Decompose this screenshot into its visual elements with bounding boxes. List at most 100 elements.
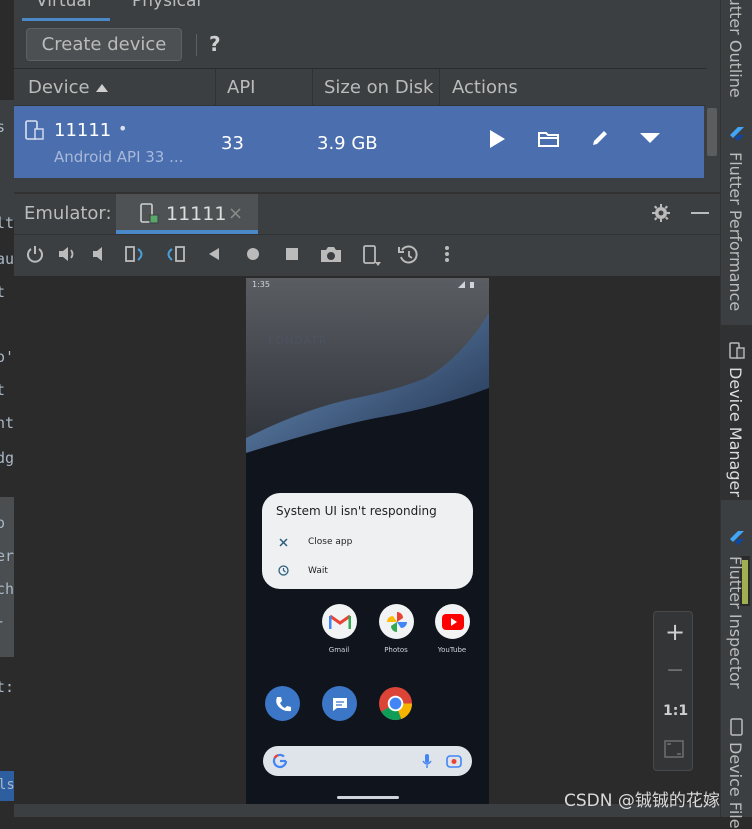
code-fragment: t: bbox=[0, 678, 14, 696]
table-row[interactable]: 11111 • Android API 33 ... 33 3.9 GB bbox=[14, 106, 704, 178]
gesture-nav-pill[interactable] bbox=[337, 796, 399, 799]
chat-bubble-icon bbox=[332, 697, 347, 711]
gmail-icon[interactable] bbox=[322, 604, 357, 639]
edit-pencil-icon[interactable] bbox=[590, 128, 610, 148]
toolbar-divider bbox=[196, 34, 197, 56]
watermark-text: CSDN @铖铖的花嫁 bbox=[564, 791, 720, 811]
code-fragment: er bbox=[0, 547, 14, 565]
device-manager-icon bbox=[729, 342, 745, 359]
app-label-gmail: Gmail bbox=[328, 646, 350, 654]
device-file-icon bbox=[730, 718, 743, 736]
photos-icon[interactable] bbox=[379, 604, 414, 639]
code-fragment: o' bbox=[0, 348, 14, 366]
volume-up-icon[interactable] bbox=[57, 244, 79, 264]
home-icon[interactable] bbox=[243, 244, 263, 264]
code-fragment: t bbox=[0, 381, 6, 399]
virtual-device-icon bbox=[25, 120, 44, 140]
minimize-icon[interactable] bbox=[691, 212, 709, 215]
wait-option[interactable]: Wait bbox=[308, 566, 328, 576]
code-fragment: o bbox=[0, 514, 6, 532]
code-fragment: ls bbox=[0, 777, 15, 793]
battery-signal-icon bbox=[458, 281, 474, 288]
phone-handset-icon bbox=[275, 696, 291, 711]
code-editor-edge: s lt au t o' t nt dg o er ch - t: bbox=[0, 0, 14, 817]
more-options-icon[interactable] bbox=[443, 244, 451, 264]
column-size[interactable]: Size on Disk bbox=[324, 77, 433, 98]
gmail-logo-icon bbox=[328, 614, 351, 629]
google-search-bar[interactable] bbox=[263, 746, 472, 776]
zoom-actual-size-button[interactable]: 1:1 bbox=[663, 703, 688, 719]
close-app-option[interactable]: Close app bbox=[308, 537, 352, 547]
flutter-inspector-tab[interactable]: Flutter Inspector bbox=[726, 556, 745, 688]
device-manager-tab[interactable]: Device Manager bbox=[726, 367, 745, 497]
rotate-right-icon[interactable] bbox=[163, 244, 187, 264]
column-device[interactable]: Device bbox=[28, 77, 90, 98]
device-table-header: Device API Size on Disk Actions bbox=[14, 68, 706, 106]
zoom-controls: + − 1:1 bbox=[653, 611, 693, 771]
flutter-performance-tab[interactable]: Flutter Performance bbox=[726, 152, 745, 311]
flutter-icon bbox=[730, 531, 744, 545]
app-label-photos: Photos bbox=[384, 646, 408, 654]
gear-icon[interactable] bbox=[651, 203, 671, 223]
column-actions: Actions bbox=[452, 77, 518, 98]
zoom-out-button[interactable]: − bbox=[666, 658, 684, 683]
code-fragment: dg bbox=[0, 449, 14, 467]
close-tab-icon[interactable]: × bbox=[228, 203, 243, 224]
phone-screen[interactable]: 1:35 FONDATR System UI isn't responding … bbox=[246, 278, 489, 804]
device-size: 3.9 GB bbox=[317, 133, 378, 154]
play-icon[interactable] bbox=[488, 129, 506, 149]
snapshot-restore-icon[interactable] bbox=[397, 244, 421, 266]
tab-virtual[interactable]: Virtual bbox=[36, 0, 92, 11]
scrollbar-thumb[interactable] bbox=[707, 108, 717, 156]
column-divider bbox=[312, 69, 313, 106]
power-icon[interactable] bbox=[25, 244, 45, 264]
device-frame-icon[interactable] bbox=[362, 244, 384, 270]
photos-logo-icon bbox=[386, 611, 407, 632]
google-g-icon bbox=[272, 753, 288, 769]
dialog-title: System UI isn't responding bbox=[276, 504, 437, 518]
code-fragment: lt bbox=[0, 214, 14, 232]
messages-icon[interactable] bbox=[322, 686, 357, 721]
clock-icon bbox=[278, 565, 289, 576]
phone-dialer-icon[interactable] bbox=[265, 686, 300, 721]
overview-icon[interactable] bbox=[283, 244, 301, 264]
fit-screen-icon[interactable] bbox=[664, 740, 684, 758]
close-icon bbox=[279, 538, 288, 547]
device-type-tabs: Virtual Physical bbox=[14, 0, 720, 22]
sort-ascending-icon bbox=[96, 84, 108, 92]
column-api[interactable]: API bbox=[227, 77, 255, 98]
volume-down-icon[interactable] bbox=[91, 244, 109, 264]
app-label-youtube: YouTube bbox=[437, 646, 467, 654]
emulator-label: Emulator: bbox=[24, 203, 112, 224]
lens-camera-icon[interactable] bbox=[446, 753, 462, 769]
screenshot-camera-icon[interactable] bbox=[319, 244, 343, 264]
device-name: 11111 bbox=[54, 120, 112, 141]
folder-icon[interactable] bbox=[538, 130, 560, 148]
flutter-outline-tab[interactable]: Flutter Outline bbox=[726, 0, 745, 98]
chrome-icon[interactable] bbox=[378, 686, 413, 721]
microphone-icon[interactable] bbox=[422, 753, 432, 769]
column-divider bbox=[439, 69, 440, 106]
help-button[interactable]: ? bbox=[209, 32, 221, 56]
create-device-button[interactable]: Create device bbox=[26, 28, 182, 61]
running-device-icon bbox=[140, 203, 159, 224]
rotate-left-icon[interactable] bbox=[124, 244, 148, 264]
anr-dialog: System UI isn't responding Close app Wai… bbox=[262, 493, 473, 589]
table-empty-area bbox=[14, 178, 706, 192]
chrome-logo-icon bbox=[378, 686, 413, 721]
youtube-icon[interactable] bbox=[435, 604, 470, 639]
back-icon[interactable] bbox=[206, 244, 222, 264]
emulator-tab-label: 11111 bbox=[166, 203, 227, 225]
device-file-explorer-tab[interactable]: Device File bbox=[726, 742, 745, 829]
tab-physical[interactable]: Physical bbox=[132, 0, 201, 11]
chevron-down-icon[interactable] bbox=[640, 133, 660, 144]
code-fragment: nt bbox=[0, 414, 14, 432]
active-tab-indicator bbox=[22, 18, 110, 21]
column-divider bbox=[215, 69, 216, 106]
code-fragment: - bbox=[0, 612, 5, 630]
editor-selection-marker: ls bbox=[0, 771, 15, 801]
device-running-dot: • bbox=[118, 119, 128, 138]
status-bar-time: 1:35 bbox=[252, 280, 270, 289]
zoom-in-button[interactable]: + bbox=[665, 618, 685, 646]
flutter-icon bbox=[730, 127, 744, 141]
